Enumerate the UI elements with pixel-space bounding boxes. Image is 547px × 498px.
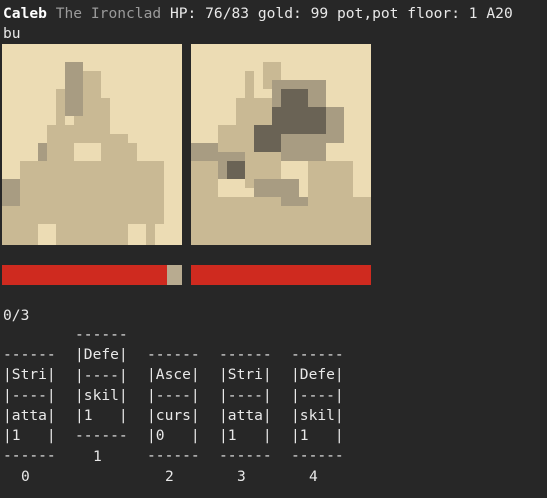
ascension-level: A20 [486, 5, 513, 22]
player-hp-bar-missing [167, 265, 182, 285]
card-index-1: 1 [93, 448, 102, 465]
enemy-hp-bar [191, 265, 371, 285]
hand-card-4[interactable]: ------ |Defe| |----| |skil| |1 | ------ [291, 345, 344, 467]
gold-label: gold: [257, 5, 302, 22]
player-name: Caleb [3, 5, 47, 22]
enemy-portrait [191, 44, 371, 245]
status-line: Caleb The Ironclad HP: 76/83 gold: 99 po… [3, 4, 513, 24]
potions: pot,pot [336, 5, 399, 22]
hp-label: HP: [169, 5, 197, 22]
card-index-2: 2 [165, 468, 174, 485]
player-class: The Ironclad [55, 5, 162, 22]
hp-value: 76/83 [205, 5, 250, 22]
card-index-3: 3 [237, 468, 246, 485]
card-index-0: 0 [21, 468, 30, 485]
hand-card-2[interactable]: ------ |Asce| |----| |curs| |0 | ------ [147, 345, 200, 467]
hand-card-1[interactable]: ------ |Defe| |----| |skil| |1 | ------ [75, 325, 128, 447]
gold-value: 99 [310, 5, 329, 22]
player-portrait-image [2, 44, 182, 245]
enemy-portrait-image [191, 44, 371, 245]
status-line-extra: bu [3, 25, 21, 42]
hand-card-0[interactable]: ------ |Stri| |----| |atta| |1 | ------ [3, 345, 56, 467]
card-index-4: 4 [309, 468, 318, 485]
energy-counter: 0/3 [3, 307, 30, 324]
player-portrait [2, 44, 182, 245]
floor-label: floor: [407, 5, 460, 22]
floor-value: 1 [468, 5, 478, 22]
hand-card-3[interactable]: ------ |Stri| |----| |atta| |1 | ------ [219, 345, 272, 467]
player-hp-bar [2, 265, 182, 285]
